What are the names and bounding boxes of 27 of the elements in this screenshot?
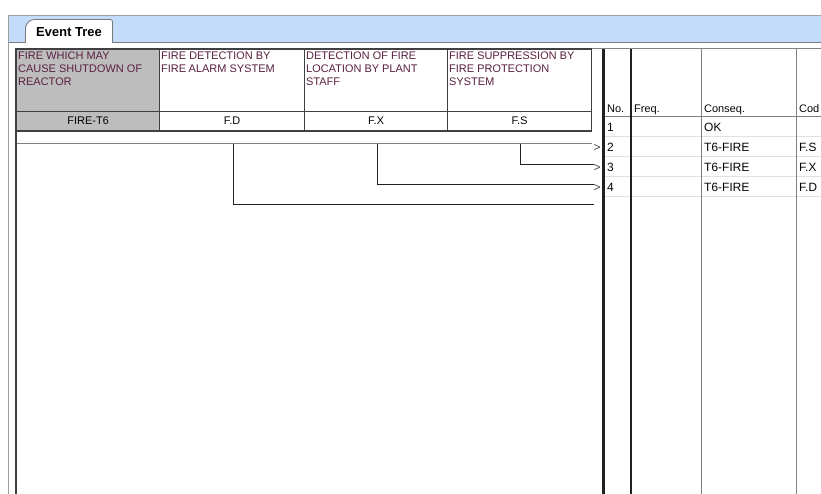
table-cell: T6-FIRE	[704, 160, 750, 174]
column-header: Cod	[798, 102, 820, 116]
event-code: F.X	[305, 112, 447, 132]
column-header: Freq.	[633, 102, 660, 116]
column-header: Conseq.	[703, 102, 745, 116]
table-cell: 3	[607, 160, 614, 174]
branch-marker: >	[593, 180, 600, 194]
table-cell: F.S	[799, 140, 816, 154]
table-cell: F.X	[799, 160, 816, 174]
event-code: F.S	[448, 112, 591, 132]
table-cell: T6-FIRE	[704, 140, 750, 154]
table-cell: OK	[704, 120, 722, 134]
branch-marker: >	[593, 140, 600, 154]
event-code: F.D	[160, 112, 304, 132]
column-header: No.	[606, 102, 624, 116]
table-cell: 4	[607, 180, 614, 194]
event-title: FIRE WHICH MAY CAUSE SHUTDOWN OF REACTOR	[17, 50, 159, 112]
table-cell: 1	[607, 120, 614, 134]
table-cell: T6-FIRE	[704, 180, 750, 194]
table-cell: 2	[607, 140, 614, 154]
event-title: FIRE DETECTION BY FIRE ALARM SYSTEM	[160, 50, 304, 112]
table-cell: F.D	[799, 180, 817, 194]
event-code: FIRE-T6	[17, 112, 159, 132]
tab[interactable]: Event Tree	[25, 19, 113, 43]
event-title: DETECTION OF FIRE LOCATION BY PLANT STAFF	[305, 50, 447, 112]
branch-marker: >	[593, 160, 600, 174]
event-title: FIRE SUPPRESSION BY FIRE PROTECTION SYSTEM	[448, 50, 591, 112]
